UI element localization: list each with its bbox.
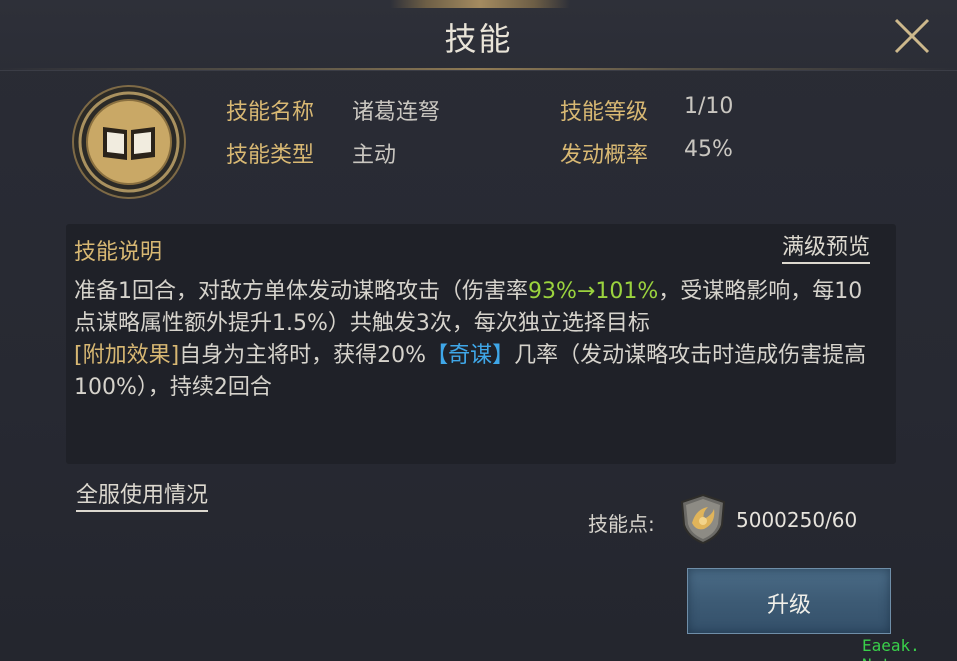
skill-level-value: 1/10 [684, 94, 734, 119]
skill-points-label: 技能点: [588, 512, 655, 536]
trigger-chance-value: 45% [684, 137, 733, 162]
skill-name-value: 诸葛连弩 [352, 100, 441, 125]
title-ornament [390, 0, 570, 8]
skill-level-label: 技能等级 [560, 100, 649, 125]
upgrade-button-label: 升级 [766, 593, 811, 618]
description-part: 准备1回合，对敌方单体发动谋略攻击（伤害率 [74, 279, 528, 304]
title-bar: 技能 [0, 0, 957, 71]
skill-type-label: 技能类型 [226, 143, 315, 168]
max-level-preview-link[interactable]: 满级预览 [782, 234, 871, 264]
description-text: 准备1回合，对敌方单体发动谋略攻击（伤害率93%→101%，受谋略影响，每10点… [74, 276, 874, 404]
close-button[interactable] [890, 14, 934, 58]
description-part: 自身为主将时，获得20% [179, 343, 427, 368]
dialog-title: 技能 [444, 20, 513, 58]
skill-emblem [70, 83, 188, 201]
watermark: Eaeak. Net [862, 636, 920, 661]
close-icon [894, 18, 930, 54]
skill-name-label: 技能名称 [226, 100, 315, 125]
book-icon [72, 85, 186, 199]
trigger-chance-label: 发动概率 [560, 143, 649, 168]
server-usage-link[interactable]: 全服使用情况 [76, 482, 209, 512]
shield-emblem-icon [678, 493, 728, 545]
skill-points-value: 5000250/60 [736, 508, 858, 532]
skill-dialog: 技能 技能名称 诸葛连弩 技能等级 1/10 技能类型 主动 发动概率 45% … [0, 0, 957, 661]
skill-type-value: 主动 [352, 143, 397, 168]
damage-rate: 93%→101% [528, 279, 659, 304]
description-title: 技能说明 [74, 240, 163, 265]
keyword-qimou: 【奇谋】 [426, 343, 515, 368]
title-divider [0, 68, 957, 70]
extra-effect-tag: [附加效果] [74, 343, 180, 368]
upgrade-button[interactable]: 升级 [687, 568, 891, 634]
